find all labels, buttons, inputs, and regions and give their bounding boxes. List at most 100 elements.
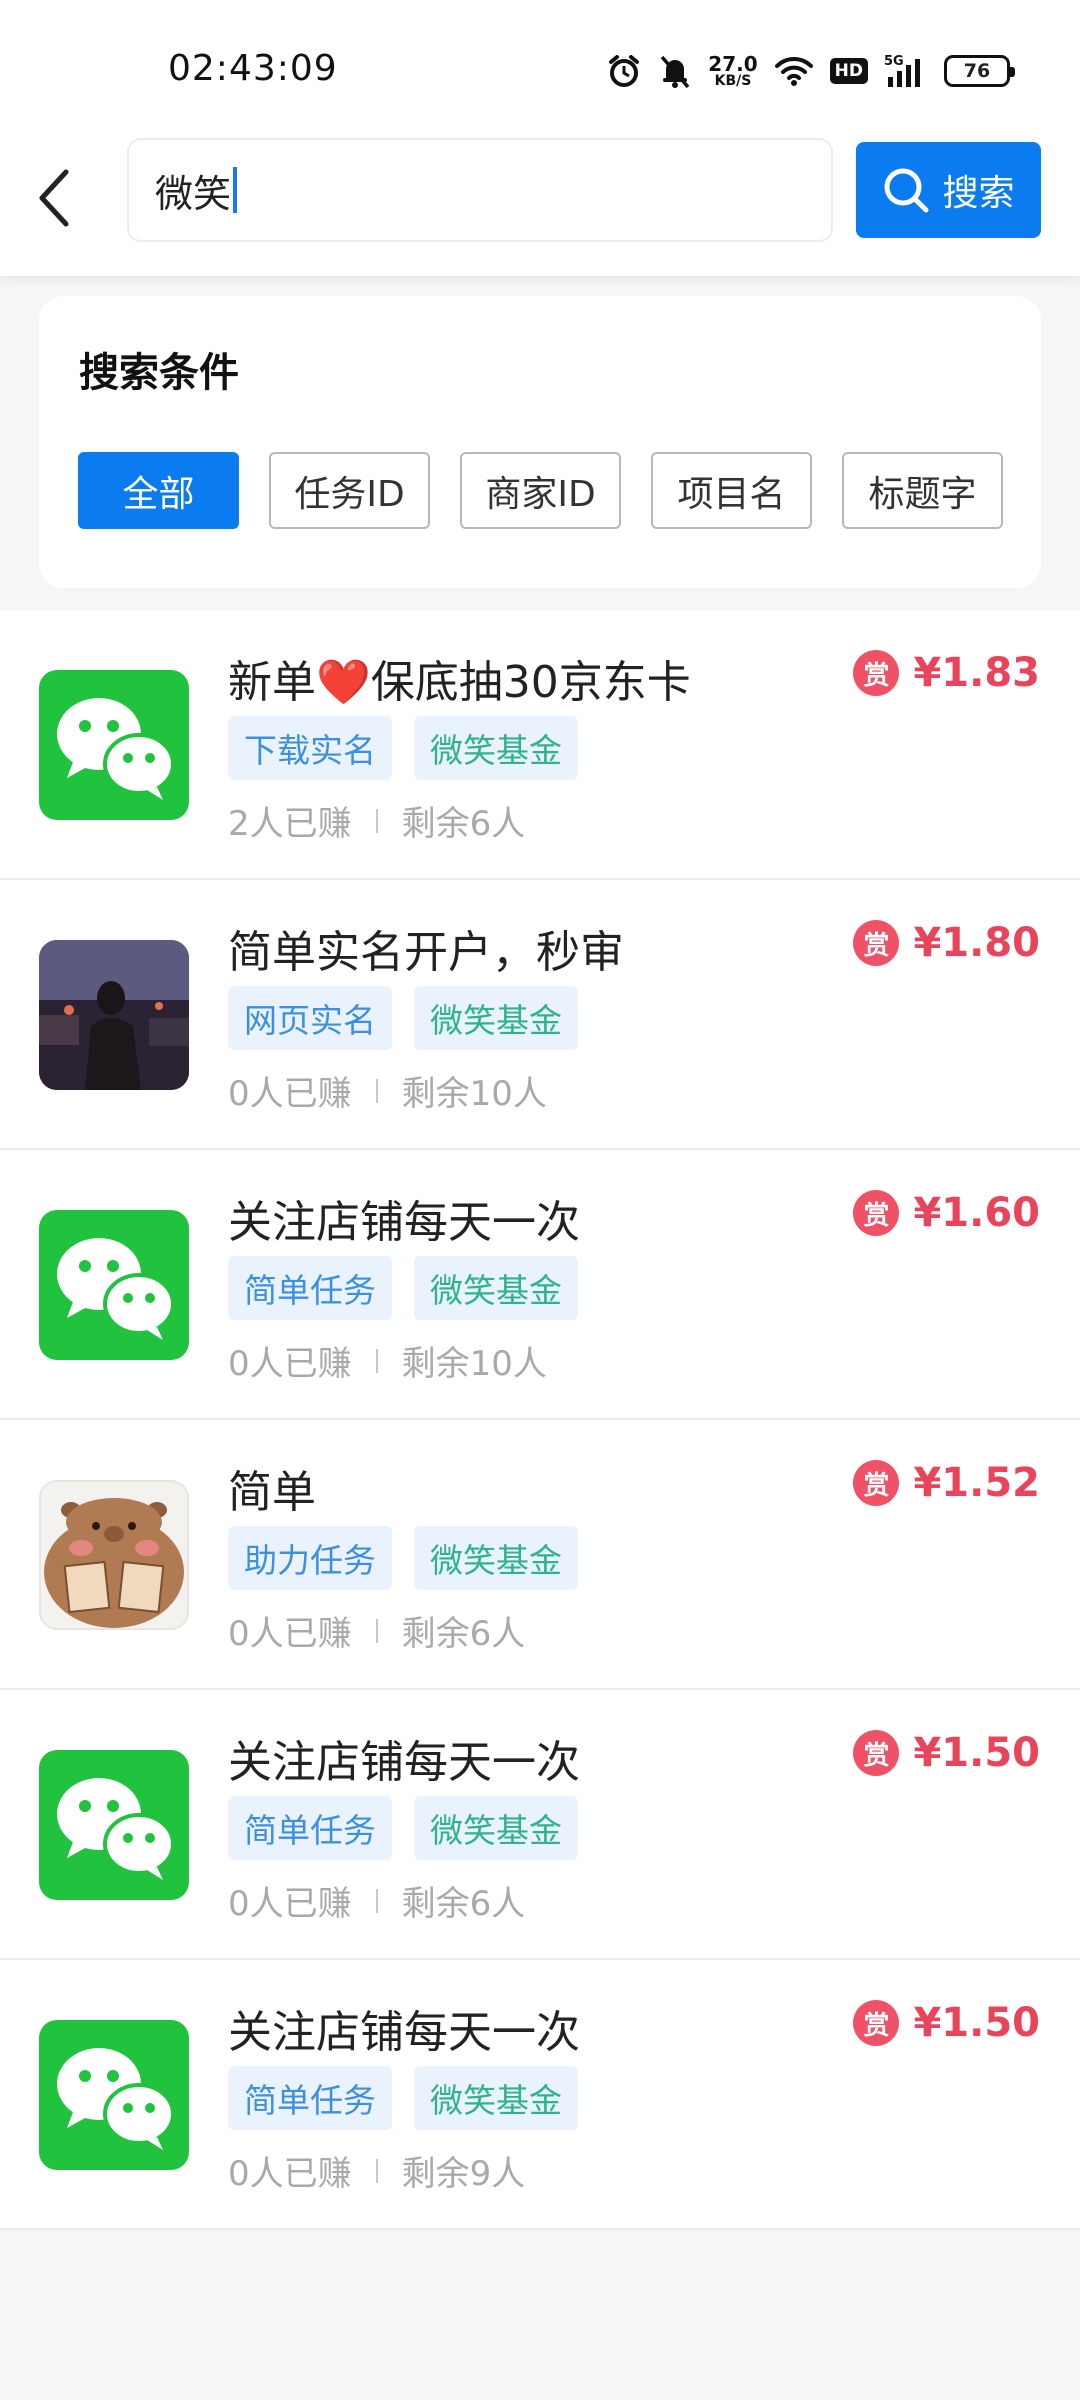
task-tags: 网页实名 微笑基金 — [228, 986, 578, 1050]
task-meta: 0人已赚 剩余6人 — [228, 1876, 525, 1925]
task-row[interactable]: 关注店铺每天一次 简单任务 微笑基金 0人已赚 剩余6人 赏 ¥1.50 — [0, 1690, 1080, 1960]
reward-badge-icon: 赏 — [853, 2000, 900, 2046]
back-button[interactable] — [24, 158, 84, 238]
task-row[interactable]: 简单 助力任务 微笑基金 0人已赚 剩余6人 赏 ¥1.52 — [0, 1420, 1080, 1690]
task-title: 简单实名开户，秒审 — [228, 927, 624, 978]
divider — [375, 1348, 378, 1373]
reward: 赏 ¥1.60 — [853, 1190, 1040, 1236]
search-icon — [884, 168, 929, 213]
task-thumbnail-photo — [39, 940, 189, 1090]
search-filter-card: 搜索条件 全部 任务ID 商家ID 项目名 标题字 — [39, 296, 1041, 588]
text-caret — [233, 167, 238, 213]
earned-count: 0人已赚 — [228, 2154, 352, 2194]
task-type-tag: 简单任务 — [228, 1256, 392, 1320]
task-row[interactable]: 简单实名开户，秒审 网页实名 微笑基金 0人已赚 剩余10人 赏 ¥1.80 — [0, 880, 1080, 1150]
divider — [375, 1618, 378, 1643]
task-title-text: 新单 — [228, 657, 316, 708]
earned-count: 0人已赚 — [228, 1884, 352, 1924]
task-row[interactable]: 关注店铺每天一次 简单任务 微笑基金 0人已赚 剩余10人 赏 ¥1.60 — [0, 1150, 1080, 1420]
task-meta: 0人已赚 剩余10人 — [228, 1336, 547, 1385]
reward-price: ¥1.52 — [913, 1460, 1040, 1506]
task-row[interactable]: 关注店铺每天一次 简单任务 微笑基金 0人已赚 剩余9人 赏 ¥1.50 — [0, 1960, 1080, 2230]
reward-badge-icon: 赏 — [853, 1730, 900, 1776]
search-button[interactable]: 搜索 — [856, 142, 1041, 238]
earned-count: 0人已赚 — [228, 1614, 352, 1654]
wechat-logo-icon — [39, 2020, 189, 2170]
remaining-count: 剩余6人 — [401, 1884, 526, 1924]
task-fund-tag: 微笑基金 — [414, 986, 578, 1050]
task-fund-tag: 微笑基金 — [414, 1796, 578, 1860]
filter-chip-all[interactable]: 全部 — [78, 452, 239, 529]
task-tags: 简单任务 微笑基金 — [228, 2066, 578, 2130]
network-speed-value: 27.0 — [708, 52, 758, 76]
task-tags: 下载实名 微笑基金 — [228, 716, 578, 780]
task-meta: 2人已赚 剩余6人 — [228, 796, 525, 845]
status-bar: 02:43:09 27.0 KB/S HD 5G 76 — [0, 0, 1080, 130]
reward: 赏 ¥1.83 — [853, 650, 1040, 696]
chevron-left-icon — [39, 169, 69, 227]
filter-chip-task-id[interactable]: 任务ID — [269, 452, 430, 529]
status-icons: 27.0 KB/S HD 5G 76 — [606, 48, 1015, 94]
heart-emoji: ❤️ — [316, 657, 371, 708]
search-button-label: 搜索 — [942, 173, 1015, 214]
reward: 赏 ¥1.80 — [853, 920, 1040, 966]
filter-chip-merchant-id[interactable]: 商家ID — [460, 452, 621, 529]
remaining-count: 剩余10人 — [401, 1074, 547, 1114]
mute-bell-icon — [658, 53, 692, 89]
earned-count: 2人已赚 — [228, 804, 352, 844]
reward-price: ¥1.60 — [913, 1190, 1040, 1236]
divider — [375, 808, 378, 833]
network-speed-unit: KB/S — [714, 73, 752, 89]
divider — [375, 1888, 378, 1913]
reward-price: ¥1.83 — [913, 650, 1040, 696]
network-type-label: 5G — [884, 54, 904, 69]
task-meta: 0人已赚 剩余9人 — [228, 2146, 525, 2195]
task-fund-tag: 微笑基金 — [414, 1256, 578, 1320]
filter-chip-project-name[interactable]: 项目名 — [651, 452, 812, 529]
remaining-count: 剩余6人 — [401, 804, 526, 844]
reward-price: ¥1.80 — [913, 920, 1040, 966]
reward-badge-icon: 赏 — [853, 650, 900, 696]
task-tags: 助力任务 微笑基金 — [228, 1526, 578, 1590]
task-title: 新单❤️保底抽30京东卡 — [228, 646, 691, 710]
filter-chips: 全部 任务ID 商家ID 项目名 标题字 — [78, 452, 1003, 529]
task-title: 关注店铺每天一次 — [228, 1197, 580, 1248]
task-meta: 0人已赚 剩余10人 — [228, 1066, 547, 1115]
earned-count: 0人已赚 — [228, 1344, 352, 1384]
search-input[interactable]: 微笑 — [127, 138, 833, 242]
task-title-text-suffix: 保底抽30京东卡 — [370, 657, 691, 708]
reward-price: ¥1.50 — [913, 2000, 1040, 2046]
task-fund-tag: 微笑基金 — [414, 2066, 578, 2130]
remaining-count: 剩余6人 — [401, 1614, 526, 1654]
alarm-icon — [606, 53, 642, 89]
status-time: 02:43:09 — [168, 48, 338, 89]
wechat-logo-icon — [39, 670, 189, 820]
reward-price: ¥1.50 — [913, 1730, 1040, 1776]
filter-chip-title-keyword[interactable]: 标题字 — [842, 452, 1003, 529]
task-type-tag: 简单任务 — [228, 2066, 392, 2130]
search-header: 微笑 搜索 — [0, 130, 1080, 276]
remaining-count: 剩余9人 — [401, 2154, 526, 2194]
network-speed: 27.0 KB/S — [708, 54, 757, 88]
search-query: 微笑 — [155, 171, 232, 216]
task-list: 新单❤️保底抽30京东卡 下载实名 微笑基金 2人已赚 剩余6人 赏 ¥1.83 — [0, 610, 1080, 2230]
divider — [375, 1078, 378, 1103]
divider — [375, 2158, 378, 2183]
task-tags: 简单任务 微笑基金 — [228, 1796, 578, 1860]
task-title: 关注店铺每天一次 — [228, 1737, 580, 1788]
task-row[interactable]: 新单❤️保底抽30京东卡 下载实名 微笑基金 2人已赚 剩余6人 赏 ¥1.83 — [0, 610, 1080, 880]
battery-icon: 76 — [944, 55, 1015, 87]
filter-title: 搜索条件 — [79, 350, 239, 396]
wechat-logo-icon — [39, 1750, 189, 1900]
reward: 赏 ¥1.50 — [853, 1730, 1040, 1776]
task-type-tag: 助力任务 — [228, 1526, 392, 1590]
hd-voice-icon: HD — [829, 58, 868, 84]
earned-count: 0人已赚 — [228, 1074, 352, 1114]
task-fund-tag: 微笑基金 — [414, 716, 578, 780]
reward: 赏 ¥1.52 — [853, 1460, 1040, 1506]
task-title: 简单 — [228, 1467, 316, 1518]
reward-badge-icon: 赏 — [853, 1460, 900, 1506]
wifi-icon — [774, 55, 814, 87]
task-title: 关注店铺每天一次 — [228, 2007, 580, 2058]
task-type-tag: 网页实名 — [228, 986, 392, 1050]
